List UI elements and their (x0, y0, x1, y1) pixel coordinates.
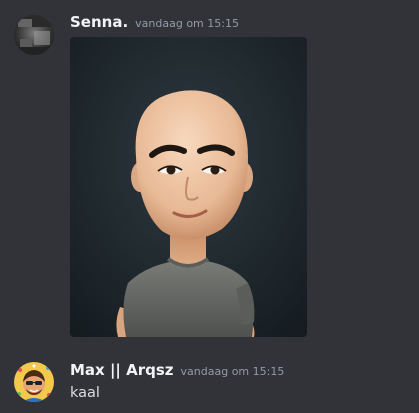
message-content: kaal (70, 385, 100, 401)
username[interactable]: Senna. (70, 13, 128, 31)
avatar-figure-image (70, 37, 307, 337)
message-item: Senna. vandaag om 15:15 (0, 0, 419, 350)
avatar[interactable] (14, 362, 54, 402)
timestamp: vandaag om 15:15 (135, 17, 239, 30)
avatar[interactable] (14, 15, 54, 55)
avatar-image (14, 362, 54, 402)
image-attachment[interactable] (70, 37, 307, 337)
username[interactable]: Max || Arqsz (70, 361, 174, 379)
chat-messages: Senna. vandaag om 15:15 Max || Arqsz van… (0, 0, 419, 413)
avatar-image (14, 15, 54, 55)
message-header: Senna. vandaag om 15:15 (70, 13, 239, 31)
message-header: Max || Arqsz vandaag om 15:15 (70, 361, 284, 379)
message-item: Max || Arqsz vandaag om 15:15 kaal (0, 350, 419, 413)
timestamp: vandaag om 15:15 (180, 365, 285, 378)
